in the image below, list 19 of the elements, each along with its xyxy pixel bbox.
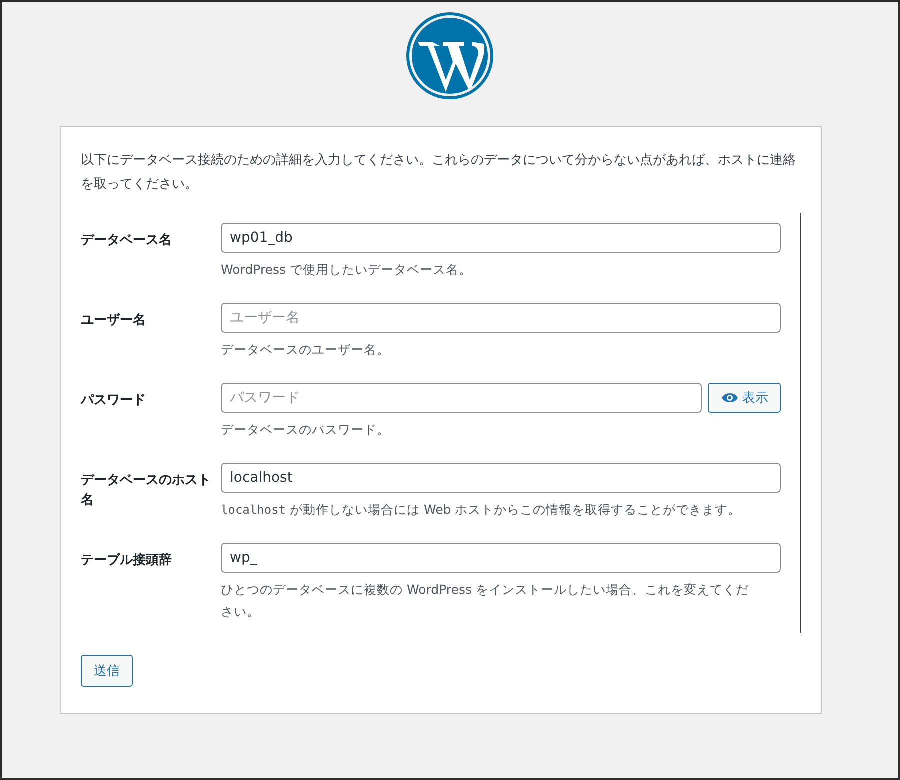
submit-button[interactable]: 送信 [81, 655, 133, 687]
field-label: テーブル接頭辞 [81, 552, 173, 570]
field-description: WordPress で使用したいデータベース名。 [221, 261, 474, 279]
input-field[interactable]: wp_ [221, 543, 781, 573]
field-description: データベースのユーザー名。 [221, 341, 391, 359]
field-description: ひとつのデータベースに複数の WordPress をインストールしたい場合、これを変えてください。 [221, 581, 750, 621]
intro-text: 以下にデータベース接続のための詳細を入力してください。これらのデータについて分からない点があれば、ホストに連絡を取ってください。 [81, 152, 797, 194]
field-label: パスワード [81, 392, 147, 410]
field-label: データベース名 [81, 232, 173, 250]
field-label: データベースのホスト名 [81, 472, 212, 510]
field-description: データベースのパスワード。 [221, 421, 391, 439]
input-field[interactable]: localhost [221, 463, 781, 493]
input-field[interactable]: wp01_db [221, 223, 781, 253]
show-password-button[interactable]: 表示 [708, 383, 781, 413]
input-field[interactable]: パスワード [221, 383, 702, 413]
input-field[interactable]: ユーザー名 [221, 303, 781, 333]
field-label: ユーザー名 [81, 312, 147, 330]
field-description: localhost が動作しない場合には Web ホストからこの情報を取得することができます。 [221, 501, 742, 519]
eye-icon [720, 392, 738, 404]
